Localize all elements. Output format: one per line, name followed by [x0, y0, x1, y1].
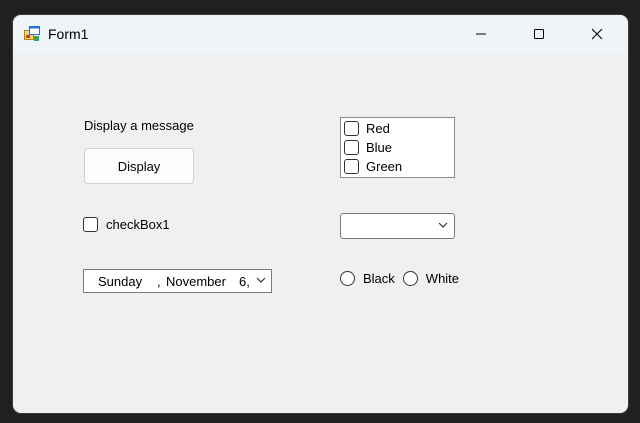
- list-item-red-checkbox[interactable]: [344, 120, 359, 136]
- chevron-down-icon[interactable]: [256, 277, 266, 284]
- form-window: Form1 Display a message Display checkBox…: [13, 15, 628, 413]
- chevron-down-icon[interactable]: [438, 222, 448, 229]
- checkbox1[interactable]: checkBox1: [83, 217, 170, 232]
- message-label: Display a message: [84, 118, 194, 133]
- list-item-blue[interactable]: Blue: [344, 138, 392, 156]
- radio-white[interactable]: [402, 271, 418, 286]
- winforms-app-icon: [24, 26, 40, 41]
- window-title: Form1: [48, 26, 89, 42]
- maximize-icon: [534, 29, 544, 39]
- radio-black-label[interactable]: Black: [363, 271, 395, 286]
- list-item-green-label[interactable]: Green: [366, 159, 402, 174]
- list-item-green[interactable]: Green: [344, 157, 402, 175]
- list-item-blue-checkbox[interactable]: [344, 139, 359, 155]
- combo-box[interactable]: [340, 213, 455, 239]
- date-picker-date[interactable]: 6,: [239, 274, 250, 289]
- display-button-label: Display: [117, 158, 161, 174]
- color-checked-list[interactable]: Red Blue Green: [340, 117, 455, 178]
- date-picker-day[interactable]: Sunday: [98, 274, 142, 289]
- display-button[interactable]: Display: [84, 148, 194, 184]
- close-icon: [591, 28, 603, 40]
- color-radio-group: Black White: [340, 271, 467, 286]
- minimize-button[interactable]: [458, 15, 504, 53]
- checkbox1-box[interactable]: [83, 217, 98, 232]
- maximize-button[interactable]: [516, 15, 562, 53]
- close-button[interactable]: [574, 15, 620, 53]
- date-picker-separator: ,: [157, 274, 161, 289]
- date-picker[interactable]: Sunday , November 6,: [83, 269, 272, 293]
- checkbox1-label[interactable]: checkBox1: [106, 217, 170, 232]
- radio-white-label[interactable]: White: [426, 271, 459, 286]
- radio-black[interactable]: [340, 271, 355, 286]
- list-item-green-checkbox[interactable]: [344, 158, 359, 174]
- date-picker-month[interactable]: November: [166, 274, 226, 289]
- list-item-blue-label[interactable]: Blue: [366, 140, 392, 155]
- minimize-icon: [476, 33, 486, 35]
- list-item-red-label[interactable]: Red: [366, 121, 390, 136]
- list-item-red[interactable]: Red: [344, 119, 390, 137]
- title-bar[interactable]: Form1: [13, 15, 628, 53]
